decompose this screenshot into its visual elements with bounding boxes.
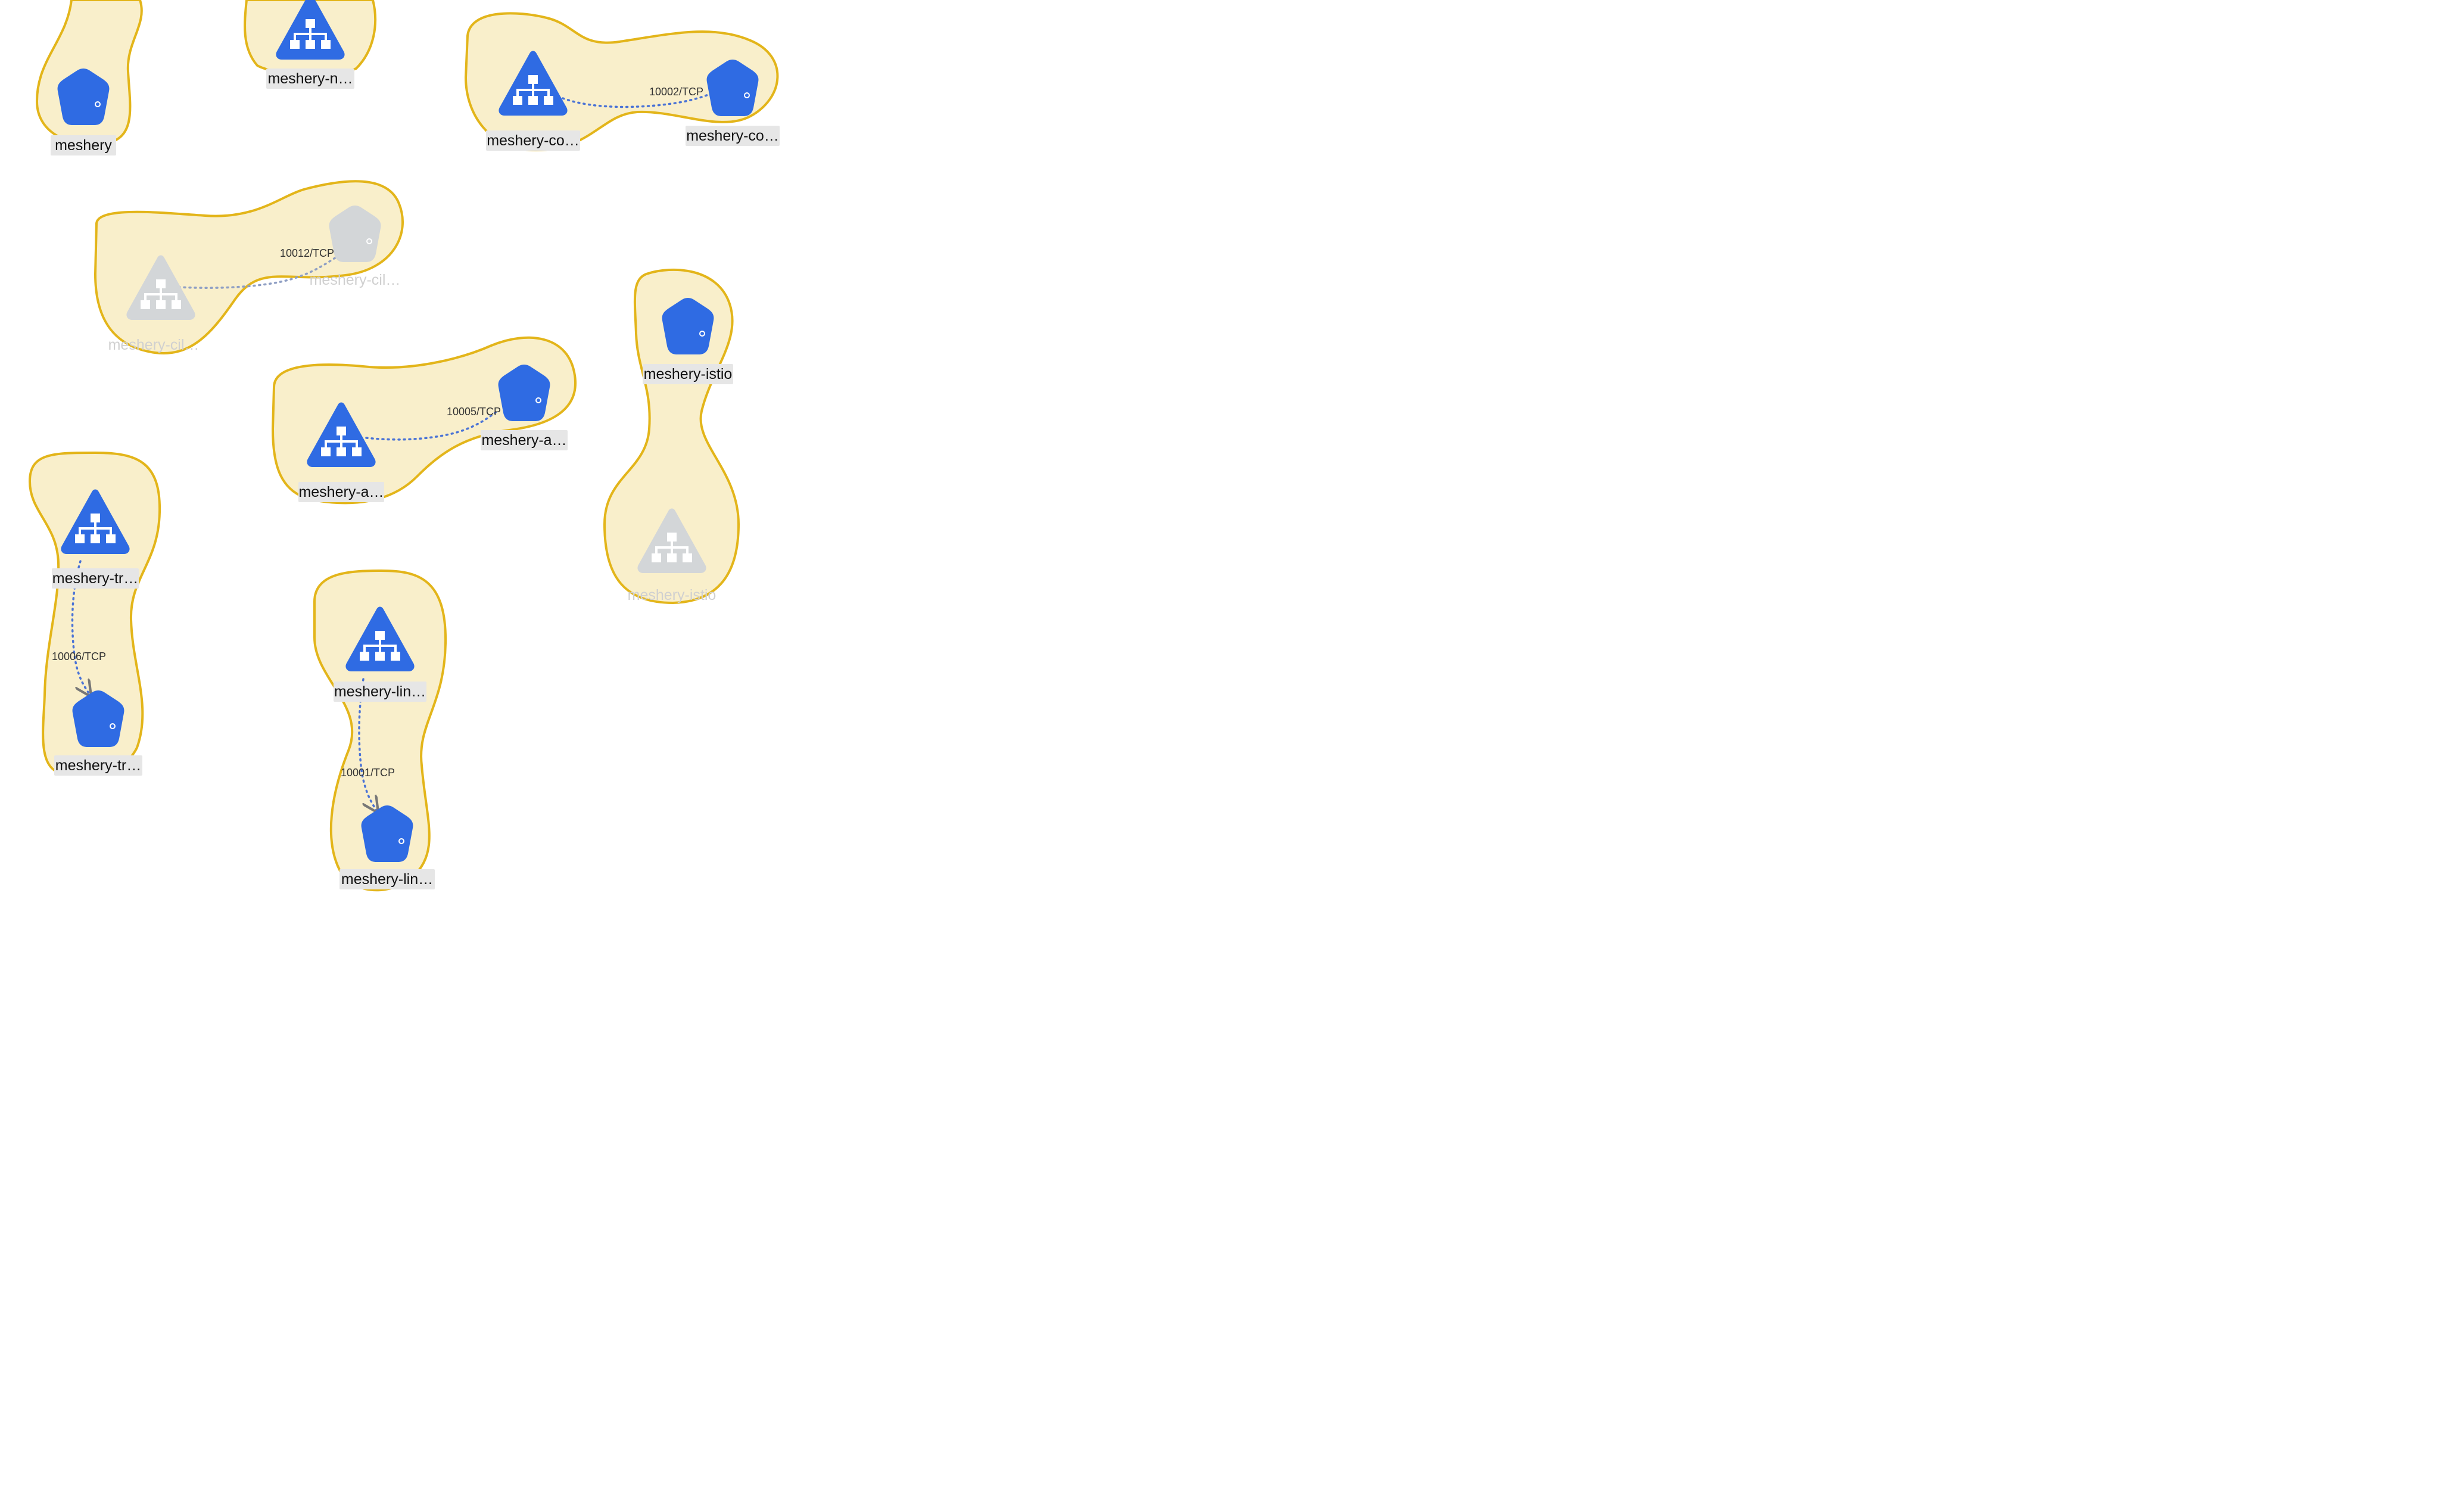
node-label: meshery-lin…: [334, 683, 426, 700]
node-label: meshery-istio: [644, 366, 733, 382]
node-label: meshery-tr…: [52, 570, 138, 587]
node-label: meshery-co…: [686, 127, 779, 144]
edge-label: 10006/TCP: [52, 651, 106, 662]
node-label: meshery-a…: [481, 432, 566, 449]
node-label: meshery-lin…: [341, 871, 433, 888]
diagram-canvas[interactable]: 10002/TCP 10012/TCP 10005/TCP 10006/TCP …: [0, 0, 2464, 1503]
node-label: meshery-cil…: [108, 337, 200, 353]
edge-label: 10001/TCP: [341, 767, 395, 779]
node-label: meshery: [55, 137, 112, 154]
node-label: meshery-co…: [487, 132, 580, 149]
node-label: meshery-n…: [267, 70, 353, 87]
node-label: meshery-istio: [628, 587, 717, 603]
edge-label: 10005/TCP: [447, 406, 501, 418]
edge-label: 10012/TCP: [280, 247, 334, 259]
node-label: meshery-tr…: [55, 757, 141, 774]
node-label: meshery-cil…: [310, 272, 401, 288]
node-label: meshery-a…: [298, 484, 384, 500]
edge-label: 10002/TCP: [649, 86, 703, 98]
